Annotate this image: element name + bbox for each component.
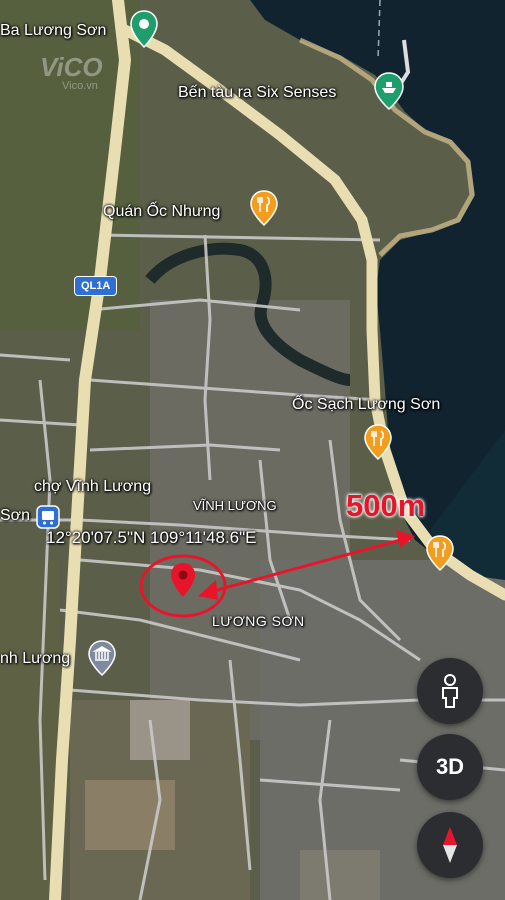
compass-button[interactable] [417, 812, 483, 878]
red-location-pin-icon[interactable] [170, 562, 196, 598]
arrowhead-right [396, 530, 415, 548]
arrowhead-left [198, 580, 218, 600]
3d-label: 3D [435, 754, 465, 779]
coordinates-text: 12°20'07.5"N 109°11'48.6"E [46, 528, 257, 547]
compass-icon [443, 827, 457, 863]
distance-label: 500m [346, 488, 426, 523]
3d-toggle-button[interactable]: 3D [417, 734, 483, 800]
street-view-button[interactable] [417, 658, 483, 724]
person-icon [442, 674, 458, 708]
